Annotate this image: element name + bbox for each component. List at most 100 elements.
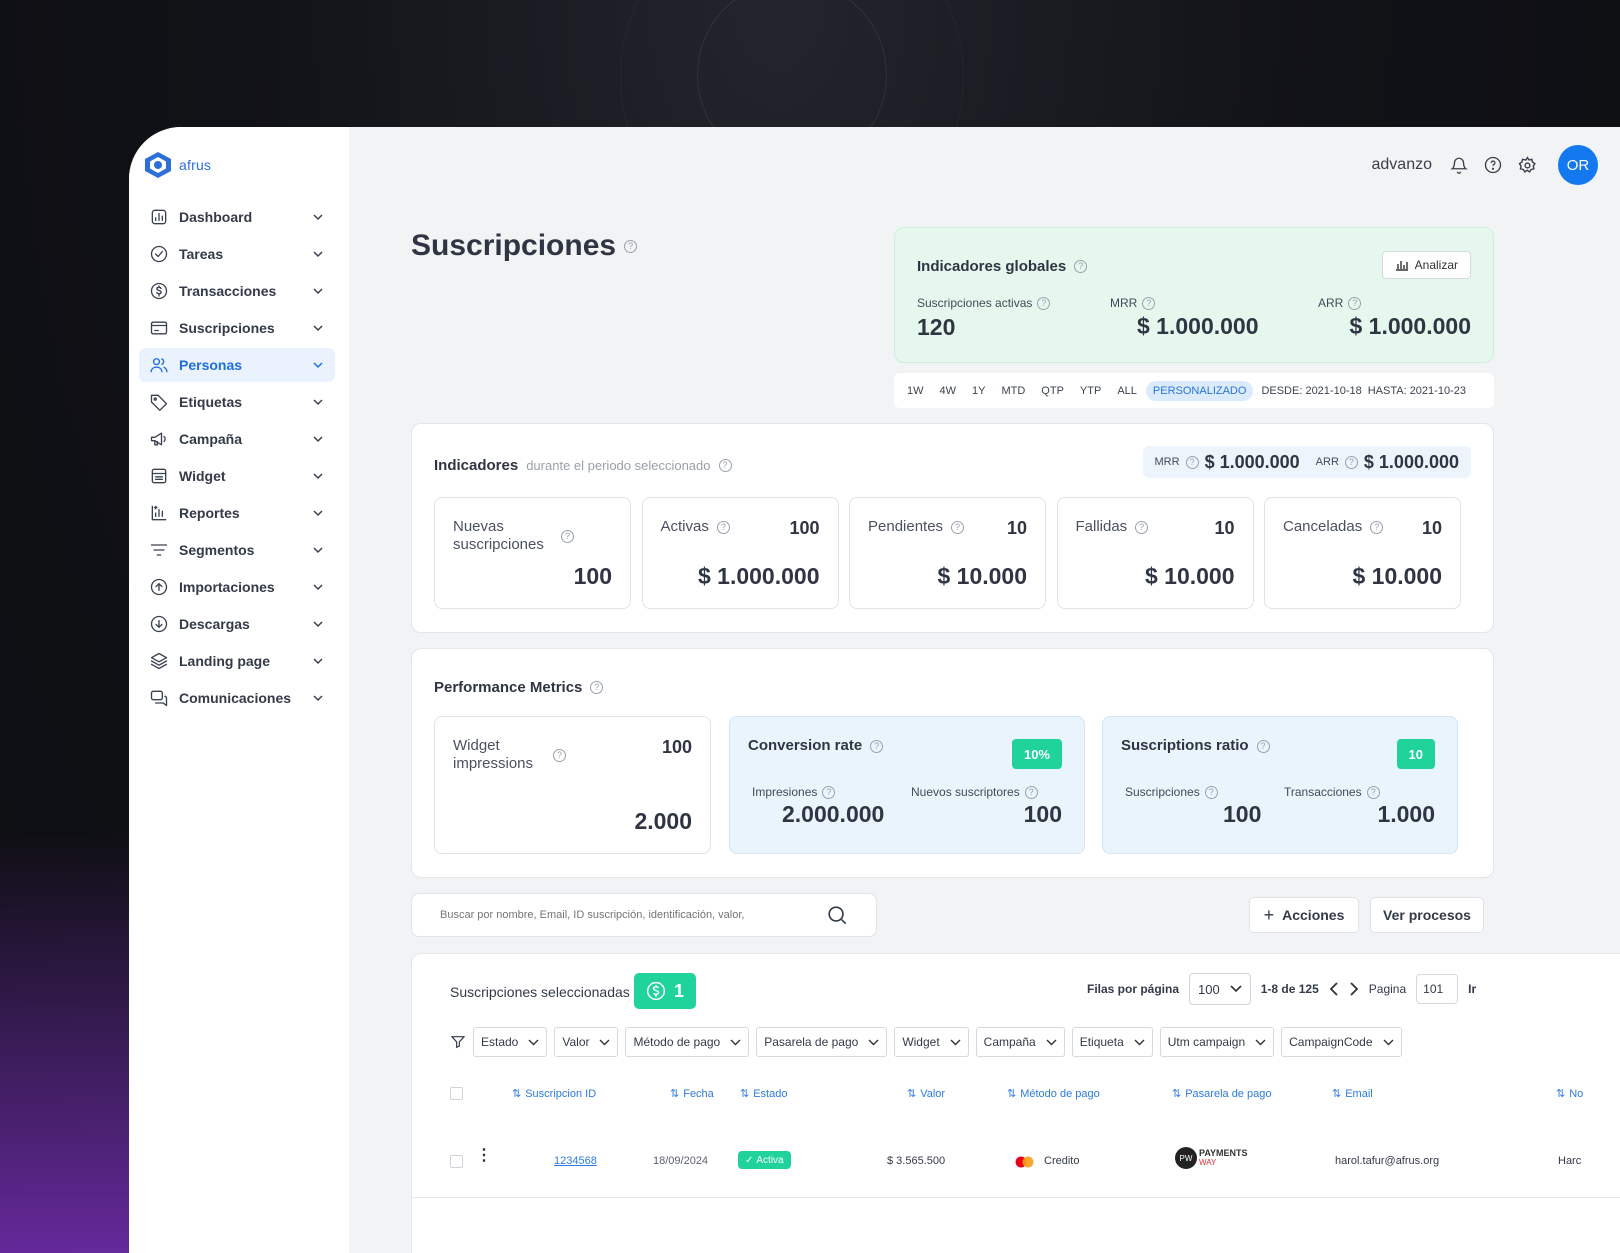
sidebar-item-comunicaciones[interactable]: Comunicaciones bbox=[139, 681, 335, 715]
chevron-down-icon[interactable] bbox=[311, 691, 325, 705]
column-header[interactable]: ⇅ Pasarela de pago bbox=[1172, 1087, 1271, 1101]
sidebar-item-importaciones[interactable]: Importaciones bbox=[139, 570, 335, 604]
sidebar-item-suscripciones[interactable]: Suscripciones bbox=[139, 311, 335, 345]
help-icon[interactable]: ? bbox=[716, 520, 730, 534]
period-qtp[interactable]: QTP bbox=[1034, 381, 1071, 401]
column-header[interactable]: ⇅ Fecha bbox=[670, 1087, 714, 1101]
help-icon[interactable]: ? bbox=[1037, 296, 1051, 310]
sidebar-item-campana[interactable]: Campaña bbox=[139, 422, 335, 456]
period-all[interactable]: ALL bbox=[1110, 381, 1144, 401]
help-icon[interactable]: ? bbox=[1344, 455, 1358, 469]
date-desde[interactable]: DESDE: 2021-10-18 bbox=[1261, 385, 1361, 397]
period-personalizado[interactable]: PERSONALIZADO bbox=[1145, 380, 1254, 401]
funnel-icon[interactable] bbox=[450, 1034, 466, 1050]
filter-etiqueta[interactable]: Etiqueta bbox=[1071, 1027, 1153, 1057]
help-icon[interactable]: ? bbox=[590, 681, 604, 694]
help-icon[interactable]: ? bbox=[1135, 520, 1149, 534]
chevron-down-icon[interactable] bbox=[311, 247, 325, 261]
chevron-down-icon[interactable] bbox=[311, 432, 325, 446]
go-button[interactable]: Ir bbox=[1468, 982, 1476, 996]
user-avatar[interactable]: OR bbox=[1558, 145, 1598, 185]
rows-per-page-select[interactable]: 100 bbox=[1189, 973, 1251, 1005]
help-icon[interactable]: ? bbox=[870, 739, 884, 753]
sidebar-item-descargas[interactable]: Descargas bbox=[139, 607, 335, 641]
sidebar-item-tareas[interactable]: Tareas bbox=[139, 237, 335, 271]
period-1y[interactable]: 1Y bbox=[965, 381, 992, 401]
help-icon[interactable]: ? bbox=[1074, 260, 1088, 273]
chevron-down-icon[interactable] bbox=[311, 506, 325, 520]
chevron-down-icon[interactable] bbox=[311, 617, 325, 631]
help-icon[interactable]: ? bbox=[553, 748, 566, 762]
sidebar-item-etiquetas[interactable]: Etiquetas bbox=[139, 385, 335, 419]
help-icon[interactable] bbox=[1482, 154, 1504, 176]
filter-campaigncode[interactable]: CampaignCode bbox=[1281, 1027, 1402, 1057]
filter-pasarela-de-pago[interactable]: Pasarela de pago bbox=[756, 1027, 888, 1057]
help-icon[interactable]: ? bbox=[1348, 296, 1362, 310]
brand-logo[interactable]: afrus bbox=[143, 151, 211, 179]
help-icon[interactable]: ? bbox=[1142, 296, 1156, 310]
chevron-down-icon[interactable] bbox=[311, 580, 325, 594]
search-input[interactable] bbox=[440, 909, 826, 921]
sidebar-item-personas[interactable]: Personas bbox=[139, 348, 335, 382]
mrr-value: $ 1.000.000 bbox=[1137, 313, 1259, 339]
chevron-down-icon[interactable] bbox=[311, 284, 325, 298]
filter-utm-campaign[interactable]: Utm campaign bbox=[1159, 1027, 1275, 1057]
analizar-button[interactable]: Analizar bbox=[1381, 251, 1471, 279]
row-menu-icon[interactable]: ⋮ bbox=[476, 1148, 492, 1164]
sidebar-item-reportes[interactable]: Reportes bbox=[139, 496, 335, 530]
chevron-right-icon[interactable] bbox=[1349, 982, 1359, 996]
period-1w[interactable]: 1W bbox=[900, 381, 931, 401]
sidebar-item-segmentos[interactable]: Segmentos bbox=[139, 533, 335, 567]
filter-widget[interactable]: Widget bbox=[894, 1027, 969, 1057]
help-icon[interactable]: ? bbox=[561, 529, 574, 543]
org-name[interactable]: advanzo bbox=[1372, 156, 1433, 174]
bell-icon[interactable] bbox=[1448, 154, 1470, 176]
chevron-down-icon[interactable] bbox=[311, 395, 325, 409]
help-icon[interactable]: ? bbox=[1185, 455, 1199, 469]
search-icon[interactable] bbox=[826, 904, 848, 926]
help-icon[interactable]: ? bbox=[822, 785, 836, 799]
ver-procesos-button[interactable]: Ver procesos bbox=[1370, 897, 1484, 933]
chevron-down-icon[interactable] bbox=[311, 321, 325, 335]
sidebar-item-widget[interactable]: Widget bbox=[139, 459, 335, 493]
filter-valor[interactable]: Valor bbox=[554, 1027, 619, 1057]
help-icon[interactable]: ? bbox=[1366, 785, 1380, 799]
period-mtd[interactable]: MTD bbox=[994, 381, 1032, 401]
column-header[interactable]: ⇅ Método de pago bbox=[1007, 1087, 1100, 1101]
acciones-button[interactable]: + Acciones bbox=[1249, 897, 1359, 933]
column-header[interactable]: ⇅ No bbox=[1556, 1087, 1583, 1101]
chevron-down-icon[interactable] bbox=[311, 654, 325, 668]
chevron-down-icon[interactable] bbox=[311, 469, 325, 483]
help-icon[interactable]: ? bbox=[624, 239, 638, 253]
help-icon[interactable]: ? bbox=[718, 459, 732, 472]
sidebar-item-label: Importaciones bbox=[179, 579, 275, 595]
page-input[interactable]: 101 bbox=[1416, 974, 1459, 1004]
filter-campaña[interactable]: Campaña bbox=[975, 1027, 1065, 1057]
help-icon[interactable]: ? bbox=[1024, 785, 1038, 799]
column-header[interactable]: ⇅ Email bbox=[1332, 1087, 1373, 1101]
period-ytp[interactable]: YTP bbox=[1073, 381, 1108, 401]
column-header[interactable]: ⇅ Suscripcion ID bbox=[512, 1087, 596, 1101]
row-checkbox[interactable] bbox=[450, 1155, 463, 1168]
date-hasta[interactable]: HASTA: 2021-10-23 bbox=[1368, 385, 1466, 397]
help-icon[interactable]: ? bbox=[1370, 520, 1384, 534]
help-icon[interactable]: ? bbox=[1204, 785, 1218, 799]
column-header[interactable]: ⇅ Valor bbox=[907, 1087, 945, 1101]
chevron-down-icon[interactable] bbox=[311, 543, 325, 557]
filter-método-de-pago[interactable]: Método de pago bbox=[625, 1027, 750, 1057]
period-4w[interactable]: 4W bbox=[933, 381, 964, 401]
filter-estado[interactable]: Estado bbox=[473, 1027, 548, 1057]
chevron-down-icon[interactable] bbox=[311, 358, 325, 372]
row-subscription-id[interactable]: 1234568 bbox=[554, 1155, 597, 1167]
help-icon[interactable]: ? bbox=[951, 520, 965, 534]
column-header[interactable]: ⇅ Estado bbox=[740, 1087, 787, 1101]
gear-icon[interactable] bbox=[1516, 154, 1538, 176]
sidebar-item-landing-page[interactable]: Landing page bbox=[139, 644, 335, 678]
select-all-checkbox[interactable] bbox=[450, 1087, 463, 1100]
new-subscribers-value: 100 bbox=[1023, 801, 1062, 827]
chevron-down-icon[interactable] bbox=[311, 210, 325, 224]
sidebar-item-transacciones[interactable]: Transacciones bbox=[139, 274, 335, 308]
chevron-left-icon[interactable] bbox=[1329, 982, 1339, 996]
sidebar-item-dashboard[interactable]: Dashboard bbox=[139, 200, 335, 234]
help-icon[interactable]: ? bbox=[1256, 739, 1270, 753]
